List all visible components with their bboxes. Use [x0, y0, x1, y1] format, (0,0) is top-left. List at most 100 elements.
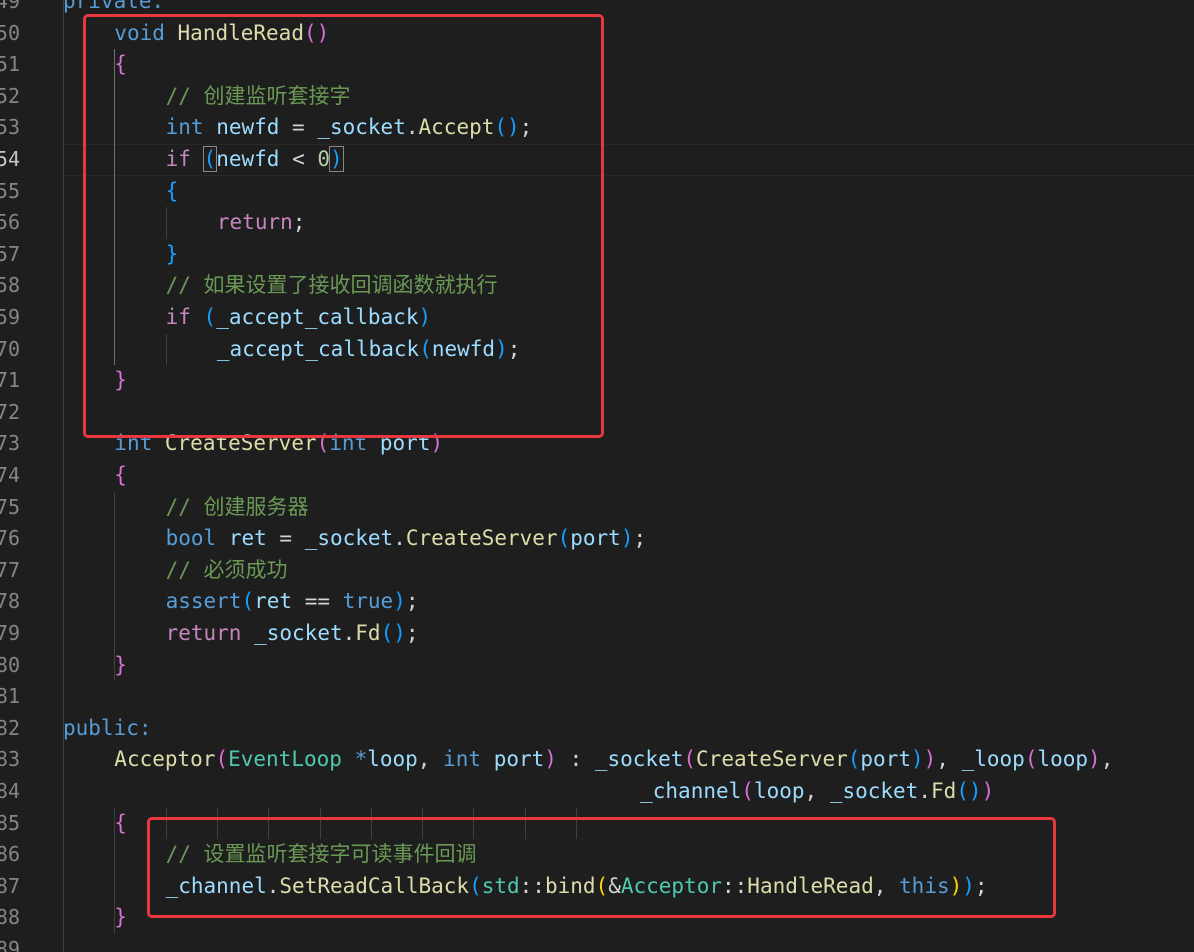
code-token: ret: [228, 526, 267, 551]
line-number: 56: [0, 210, 20, 235]
code-token: Fd: [930, 779, 957, 803]
line-number: 58: [0, 273, 20, 298]
code-text[interactable]: // 必须成功: [166, 555, 288, 587]
code-text[interactable]: {: [114, 460, 127, 492]
line-number: 81: [0, 684, 20, 709]
code-token: port: [493, 747, 545, 772]
code-token: (): [956, 779, 982, 803]
code-token: _socket: [594, 747, 684, 772]
code-token: private:: [63, 0, 165, 13]
code-token: loop: [1037, 747, 1089, 772]
line-number: 83: [0, 747, 20, 772]
code-token: (: [683, 747, 697, 772]
code-token: .: [342, 621, 356, 645]
code-text[interactable]: public:: [63, 713, 152, 745]
code-token: ): [620, 526, 634, 551]
line-number: 73: [0, 431, 20, 456]
code-token: {: [114, 463, 127, 487]
code-line[interactable]: 81: [0, 681, 1194, 713]
code-text[interactable]: }: [114, 902, 127, 934]
code-line[interactable]: 84 _channel(loop, _socket.Fd()): [0, 776, 1194, 808]
code-text[interactable]: {: [114, 808, 127, 840]
code-line[interactable]: 74 {: [0, 460, 1194, 492]
code-text[interactable]: bool ret = _socket.CreateServer(port);: [166, 523, 647, 555]
code-token: assert: [165, 589, 242, 614]
code-token: CreateServer: [696, 747, 848, 772]
code-token: ): [910, 747, 924, 772]
code-text[interactable]: assert(ret == true);: [166, 586, 419, 618]
code-token: ,: [417, 747, 444, 772]
code-token: (: [215, 747, 229, 772]
line-number: 75: [0, 494, 20, 519]
code-text[interactable]: Acceptor(EventLoop *loop, int port) : _s…: [114, 744, 1113, 776]
code-token: =: [266, 526, 305, 551]
code-token: _loop: [961, 747, 1025, 772]
code-line[interactable]: 89: [0, 934, 1194, 952]
code-token: _channel: [640, 779, 742, 803]
line-number: 59: [0, 305, 20, 329]
code-line[interactable]: 78 assert(ret == true);: [0, 586, 1194, 618]
code-token: port: [860, 747, 911, 772]
code-text[interactable]: // 创建服务器: [166, 492, 309, 524]
code-text[interactable]: _channel(loop, _socket.Fd()): [640, 776, 994, 808]
code-text[interactable]: }: [114, 650, 127, 682]
code-text[interactable]: return _socket.Fd();: [166, 618, 419, 650]
code-line[interactable]: 79 return _socket.Fd();: [0, 618, 1194, 650]
code-token: }: [114, 652, 127, 677]
line-number: 89: [0, 937, 20, 952]
line-number: 53: [0, 115, 20, 140]
code-token: ;: [405, 621, 419, 645]
code-token: (: [1024, 747, 1038, 772]
code-token: :: [556, 747, 595, 772]
line-number: 77: [0, 557, 20, 582]
line-number: 51: [0, 52, 20, 77]
code-line[interactable]: 82 public:: [0, 713, 1194, 745]
code-token: (: [741, 779, 754, 803]
code-token: ): [981, 779, 995, 803]
line-number: 80: [0, 652, 20, 677]
code-token: ret: [254, 589, 293, 614]
code-line[interactable]: 76 bool ret = _socket.CreateServer(port);: [0, 523, 1194, 555]
line-number: 76: [0, 526, 20, 551]
code-editor[interactable]: 49 private: 50 void HandleRead() 51{52// 创建监…: [0, 0, 1194, 952]
constructor-body-highlight: [147, 817, 1056, 918]
code-token: true: [342, 589, 394, 614]
code-token: Fd: [355, 621, 381, 645]
line-number: 74: [0, 463, 20, 487]
line-number: 87: [0, 873, 20, 898]
code-token: _socket: [304, 526, 394, 551]
line-number: 71: [0, 368, 20, 393]
line-number: 79: [0, 621, 20, 645]
code-token: (): [380, 621, 406, 645]
line-number: 86: [0, 842, 20, 867]
code-line[interactable]: 75 // 创建服务器: [0, 492, 1194, 524]
code-token: loop: [367, 747, 418, 772]
handle-read-highlight: [83, 14, 604, 438]
indent-guide: [114, 839, 116, 934]
line-number: 52: [0, 83, 20, 108]
code-token: (: [241, 589, 255, 614]
code-token: return: [165, 621, 242, 645]
code-token: ;: [633, 526, 647, 551]
line-number: 85: [0, 810, 20, 835]
code-token: CreateServer: [405, 526, 558, 551]
code-token: *: [354, 747, 368, 772]
code-token: Acceptor: [114, 747, 216, 772]
line-number: 88: [0, 905, 20, 930]
code-line[interactable]: 80}: [0, 650, 1194, 682]
code-token: ): [544, 747, 557, 772]
code-line[interactable]: 83 Acceptor(EventLoop *loop, int port) : …: [0, 744, 1194, 776]
line-number: 84: [0, 779, 20, 803]
code-token: public:: [63, 715, 152, 740]
code-token: bool: [165, 526, 217, 551]
code-token: ): [1088, 747, 1101, 772]
code-token: ): [393, 589, 406, 614]
code-token: (: [847, 747, 861, 772]
code-token: ;: [405, 589, 419, 614]
line-number: 49: [0, 0, 20, 13]
code-line[interactable]: 77 // 必须成功: [0, 555, 1194, 587]
line-number: 50: [0, 20, 20, 45]
code-token: }: [114, 905, 127, 930]
